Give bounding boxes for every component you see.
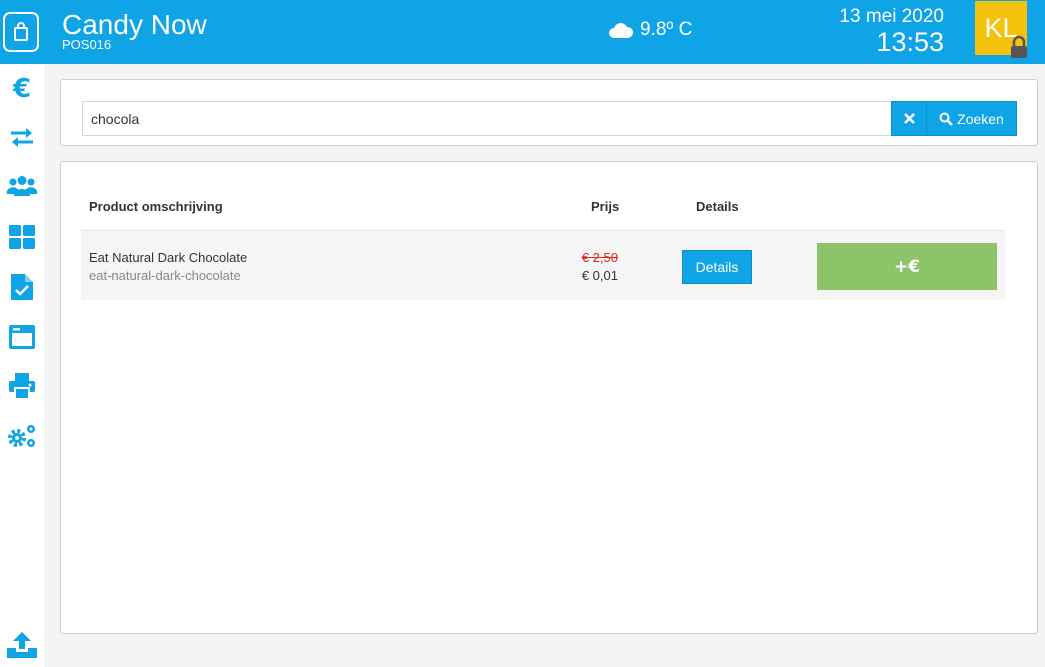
- window-icon: [9, 325, 35, 349]
- shopping-bag-icon[interactable]: [0, 8, 42, 56]
- product-slug: eat-natural-dark-chocolate: [89, 268, 241, 283]
- results-panel: Product omschrijving Prijs Details Eat N…: [60, 161, 1038, 634]
- sidebar-item-orders[interactable]: [0, 267, 44, 307]
- table-row: Eat Natural Dark Chocolate eat-natural-d…: [81, 230, 1005, 300]
- details-button[interactable]: Details: [682, 250, 752, 284]
- product-name: Eat Natural Dark Chocolate: [89, 250, 248, 265]
- add-to-cart-button[interactable]: +€: [817, 243, 997, 290]
- discounted-price: € 0,01: [581, 268, 618, 283]
- current-time: 13:53: [876, 27, 944, 57]
- sidebar-item-transfers[interactable]: [0, 117, 44, 157]
- sidebar-item-dashboard[interactable]: [0, 217, 44, 257]
- users-icon: [6, 176, 38, 196]
- search-panel: Zoeken: [60, 79, 1038, 146]
- user-avatar[interactable]: KL: [975, 1, 1027, 58]
- sidebar-item-upload[interactable]: [0, 625, 44, 665]
- current-date: 13 mei 2020: [839, 6, 944, 27]
- search-input[interactable]: [82, 101, 892, 136]
- search-button[interactable]: Zoeken: [926, 101, 1017, 136]
- column-header-price: Prijs: [591, 199, 620, 214]
- close-icon: [903, 113, 915, 124]
- cloud-icon: [609, 23, 634, 38]
- lock-icon: [1011, 35, 1027, 58]
- search-icon: [939, 112, 954, 126]
- weather-widget: 9.8º C: [608, 19, 692, 41]
- sidebar-item-customers[interactable]: [0, 166, 44, 206]
- sidebar-item-payments[interactable]: €: [0, 69, 44, 109]
- transfer-icon: [11, 128, 33, 147]
- upload-icon: [7, 632, 37, 658]
- column-header-details: Details: [696, 199, 739, 214]
- pos-id: POS016: [62, 37, 112, 52]
- sidebar-item-print[interactable]: [0, 366, 44, 406]
- sidebar: €: [0, 64, 44, 667]
- printer-icon: [9, 373, 35, 399]
- original-price: € 2,50: [581, 250, 618, 265]
- sidebar-item-register[interactable]: [0, 317, 44, 357]
- top-bar: Candy Now POS016 9.8º C 13 mei 2020 13:5…: [0, 0, 1045, 64]
- settings-icon: [8, 425, 35, 447]
- sidebar-item-settings[interactable]: [0, 416, 44, 456]
- dashboard-icon: [9, 225, 35, 249]
- column-header-description: Product omschrijving: [89, 199, 223, 214]
- clear-search-button[interactable]: [891, 101, 927, 136]
- euro-icon: €: [12, 74, 32, 104]
- search-button-label: Zoeken: [957, 110, 1004, 127]
- checklist-icon: [11, 274, 33, 300]
- weather-temperature: 9.8º C: [640, 19, 693, 40]
